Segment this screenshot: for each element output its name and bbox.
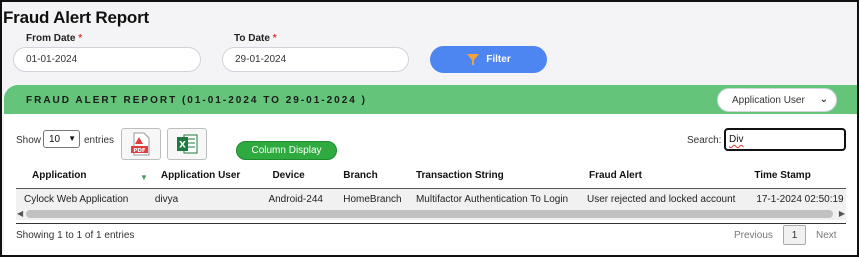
cell-time-stamp: 17-1-2024 02:50:19 — [746, 188, 846, 210]
chevron-down-icon: ⌄ — [819, 94, 828, 105]
column-header-device[interactable]: Device — [262, 164, 338, 189]
view-select[interactable]: Application User ⌄ — [717, 88, 837, 112]
cell-application: Cylock Web Application — [16, 188, 149, 210]
show-label: Show — [16, 135, 42, 146]
entries-label: entries — [84, 135, 115, 146]
funnel-icon — [466, 53, 480, 67]
column-display-button[interactable]: Column Display — [236, 141, 337, 160]
scroll-left-icon[interactable]: ◀ — [17, 209, 23, 218]
cell-branch: HomeBranch — [337, 188, 410, 210]
column-header-application[interactable]: Application ▼ — [16, 164, 149, 189]
svg-text:PDF: PDF — [133, 148, 146, 154]
search-input[interactable]: Div — [724, 128, 846, 151]
table-info: Showing 1 to 1 of 1 entries — [16, 230, 135, 241]
excel-icon: X — [177, 134, 198, 154]
page-button-current[interactable]: 1 — [783, 225, 806, 245]
filter-button[interactable]: Filter — [430, 46, 547, 73]
scroll-thumb[interactable] — [26, 210, 833, 218]
report-title: FRAUD ALERT REPORT (01-01-2024 TO 29-01-… — [26, 95, 367, 106]
export-pdf-button[interactable]: PDF — [121, 128, 161, 160]
column-header-application-user[interactable]: Application User — [148, 164, 263, 189]
column-header-branch[interactable]: Branch — [337, 164, 410, 189]
horizontal-scrollbar[interactable]: ◀ ▶ — [16, 208, 846, 220]
column-header-fraud-alert[interactable]: Fraud Alert — [580, 164, 747, 189]
page-title: Fraud Alert Report — [3, 8, 149, 27]
cell-transaction-string: Multifactor Authentication To Login — [409, 188, 581, 210]
from-date-label: From Date * — [26, 33, 83, 44]
search-label: Search: — [687, 135, 722, 146]
from-date-input[interactable]: 01-01-2024 — [13, 47, 201, 72]
pdf-icon: PDF — [131, 132, 150, 156]
entries-select[interactable]: 10 ▼ — [43, 130, 80, 148]
cell-device: Android-244 — [262, 188, 338, 210]
chevron-down-icon: ▼ — [68, 134, 76, 143]
table-row: Cylock Web Application divya Android-244… — [16, 188, 846, 210]
to-date-input[interactable]: 29-01-2024 — [222, 47, 409, 72]
cell-fraud-alert: User rejected and locked account — [580, 188, 747, 210]
column-header-transaction-string[interactable]: Transaction String — [409, 164, 581, 189]
scroll-right-icon[interactable]: ▶ — [839, 209, 845, 218]
column-header-time-stamp[interactable]: Time Stamp — [746, 164, 846, 189]
next-button[interactable]: Next — [816, 230, 837, 241]
to-date-label: To Date * — [234, 33, 277, 44]
export-excel-button[interactable]: X — [167, 128, 207, 160]
cell-application-user: divya — [148, 188, 263, 210]
svg-text:X: X — [179, 141, 186, 151]
previous-button[interactable]: Previous — [734, 230, 773, 241]
sort-arrow-icon[interactable]: ▼ — [140, 173, 148, 182]
